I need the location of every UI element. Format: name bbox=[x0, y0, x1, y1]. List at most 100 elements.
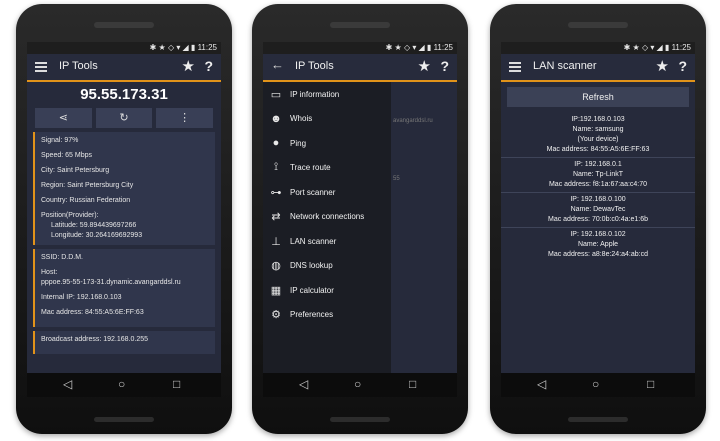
help-icon[interactable]: ? bbox=[678, 58, 687, 74]
device-note: (Your device) bbox=[577, 136, 619, 143]
city-text: City: Saint Petersburg bbox=[41, 167, 110, 174]
internal-ip-text: Internal IP: 192.168.0.103 bbox=[41, 294, 122, 301]
app-bar: IP Tools ★ ? bbox=[27, 54, 221, 82]
star-icon[interactable]: ★ bbox=[656, 57, 669, 75]
menu-icon[interactable] bbox=[509, 60, 521, 74]
menu-item-label: LAN scanner bbox=[290, 236, 337, 246]
speed-text: Speed: 65 Mbps bbox=[41, 152, 92, 159]
phone-ip-tools: ✱ ★ ◇ ▾ ◢ ▮ 11:25 IP Tools ★ ? 95.55.173… bbox=[16, 4, 232, 434]
refresh-icon: ↻ bbox=[119, 112, 129, 124]
gear-icon: ⚙ bbox=[271, 309, 281, 322]
menu-item-trace-route[interactable]: ⟟ Trace route bbox=[263, 156, 391, 181]
menu-item-label: Ping bbox=[290, 138, 307, 148]
menu-item-label: Network connections bbox=[290, 212, 365, 222]
behind-ip-text: 55 bbox=[393, 176, 400, 182]
phone-drawer-menu: ✱ ★ ◇ ▾ ◢ ▮ 11:25 ← IP Tools ★ ? avangar… bbox=[252, 4, 468, 434]
latitude-text: Latitude: 59.894439697266 bbox=[51, 222, 137, 229]
help-icon[interactable]: ? bbox=[440, 58, 449, 74]
nav-bar: ◁ ○ □ bbox=[263, 373, 457, 397]
help-icon[interactable]: ? bbox=[204, 58, 213, 74]
star-icon[interactable]: ★ bbox=[418, 57, 431, 75]
list-item[interactable]: IP: 192.168.0.1 Name: Tp-LinkT Mac addre… bbox=[501, 158, 695, 193]
speaker bbox=[568, 417, 628, 422]
speaker bbox=[330, 417, 390, 422]
app-title: IP Tools bbox=[295, 60, 334, 72]
speaker bbox=[330, 22, 390, 28]
list-item[interactable]: IP: 192.168.0.100 Name: DewavTec Mac add… bbox=[501, 193, 695, 228]
menu-item-label: Preferences bbox=[290, 310, 334, 320]
lan-icon: ⊥ bbox=[271, 235, 281, 248]
home-icon[interactable]: ○ bbox=[118, 377, 125, 391]
share-button[interactable]: ⋖ bbox=[35, 108, 92, 128]
status-time: 11:25 bbox=[197, 43, 217, 52]
app-title: IP Tools bbox=[59, 60, 98, 72]
device-mac: Mac address: 84:55:A5:6E:FF:63 bbox=[546, 146, 650, 153]
host-label: Host: bbox=[41, 269, 58, 276]
list-item[interactable]: IP:192.168.0.103 Name: samsung (Your dev… bbox=[501, 113, 695, 158]
menu-item-lan-scanner[interactable]: ⊥ LAN scanner bbox=[263, 229, 391, 254]
screen: ✱ ★ ◇ ▾ ◢ ▮ 11:25 IP Tools ★ ? 95.55.173… bbox=[27, 42, 221, 397]
home-icon[interactable]: ○ bbox=[592, 377, 599, 391]
recents-icon[interactable]: □ bbox=[409, 377, 416, 391]
app-bar: ← IP Tools ★ ? bbox=[263, 54, 457, 82]
route-icon: ⟟ bbox=[273, 161, 279, 174]
device-name: Name: Apple bbox=[577, 241, 619, 248]
mac-text: Mac address: 84:55:A5:6E:FF:63 bbox=[41, 309, 144, 316]
back-arrow-icon[interactable]: ← bbox=[271, 57, 284, 72]
device-name: Name: Tp-LinkT bbox=[572, 171, 624, 178]
broadcast-text: Broadcast address: 192.168.0.255 bbox=[41, 336, 149, 343]
behind-host-text: avangarddsl.ru bbox=[393, 118, 433, 124]
menu-item-ping[interactable]: ● Ping bbox=[263, 131, 391, 156]
status-bar: ✱ ★ ◇ ▾ ◢ ▮ 11:25 bbox=[27, 42, 221, 54]
ssid-text: SSID: D.D.M. bbox=[41, 254, 84, 261]
nav-bar: ◁ ○ □ bbox=[27, 373, 221, 397]
nav-bar: ◁ ○ □ bbox=[501, 373, 695, 397]
menu-item-network-connections[interactable]: ⇄ Network connections bbox=[263, 205, 391, 230]
device-ip: IP: 192.168.0.102 bbox=[570, 231, 626, 238]
back-icon[interactable]: ◁ bbox=[63, 377, 72, 391]
speaker bbox=[94, 417, 154, 422]
region-text: Region: Saint Petersburg City bbox=[41, 182, 134, 189]
device-name: Name: samsung bbox=[572, 126, 624, 133]
position-text: Position(Provider): bbox=[41, 212, 99, 219]
menu-item-ip-calculator[interactable]: ▦ IP calculator bbox=[263, 278, 391, 303]
menu-icon[interactable] bbox=[35, 60, 47, 74]
list-item[interactable]: IP: 192.168.0.102 Name: Apple Mac addres… bbox=[501, 228, 695, 262]
info-card: Signal: 97% Speed: 65 Mbps City: Saint P… bbox=[33, 132, 215, 245]
status-time: 11:25 bbox=[671, 43, 691, 52]
refresh-button[interactable]: ↻ bbox=[95, 108, 153, 128]
more-icon: ⋮ bbox=[179, 112, 191, 124]
screen: ✱ ★ ◇ ▾ ◢ ▮ 11:25 LAN scanner ★ ? Refres… bbox=[501, 42, 695, 397]
device-mac: Mac address: f8:1a:67:aa:c4:70 bbox=[548, 181, 648, 188]
star-icon[interactable]: ★ bbox=[182, 57, 195, 75]
menu-item-dns-lookup[interactable]: ◍ DNS lookup bbox=[263, 254, 391, 279]
action-buttons: ⋖ ↻ ⋮ bbox=[27, 106, 221, 128]
more-button[interactable]: ⋮ bbox=[156, 108, 214, 128]
home-icon[interactable]: ○ bbox=[354, 377, 361, 391]
person-icon: ☻ bbox=[270, 112, 282, 125]
status-time: 11:25 bbox=[433, 43, 453, 52]
device-ip: IP:192.168.0.103 bbox=[571, 116, 625, 123]
speaker bbox=[568, 22, 628, 28]
country-text: Country: Russian Federation bbox=[41, 197, 131, 204]
network-card: SSID: D.D.M. Host: pppoe.95-55-173-31.dy… bbox=[33, 249, 215, 327]
back-icon[interactable]: ◁ bbox=[299, 377, 308, 391]
menu-item-ip-information[interactable]: ▭ IP information bbox=[263, 82, 391, 107]
recents-icon[interactable]: □ bbox=[647, 377, 654, 391]
menu-item-whois[interactable]: ☻ Whois bbox=[263, 107, 391, 132]
recents-icon[interactable]: □ bbox=[173, 377, 180, 391]
globe-icon: ◍ bbox=[271, 260, 281, 273]
network-icon: ⊶ bbox=[270, 186, 282, 199]
broadcast-card: Broadcast address: 192.168.0.255 bbox=[33, 331, 215, 354]
menu-item-label: DNS lookup bbox=[290, 261, 333, 271]
refresh-button[interactable]: Refresh bbox=[507, 87, 689, 107]
menu-item-preferences[interactable]: ⚙ Preferences bbox=[263, 303, 391, 328]
content-behind: avangarddsl.ru 55 bbox=[391, 82, 457, 373]
device-ip: IP: 192.168.0.1 bbox=[574, 161, 622, 168]
menu-item-port-scanner[interactable]: ⊶ Port scanner bbox=[263, 180, 391, 205]
share-icon: ⋖ bbox=[58, 112, 68, 124]
back-icon[interactable]: ◁ bbox=[537, 377, 546, 391]
device-mac: Mac address: 70:0b:c0:4a:e1:6b bbox=[547, 216, 648, 223]
status-bar: ✱ ★ ◇ ▾ ◢ ▮ 11:25 bbox=[263, 42, 457, 54]
signal-text: Signal: 97% bbox=[41, 137, 79, 144]
